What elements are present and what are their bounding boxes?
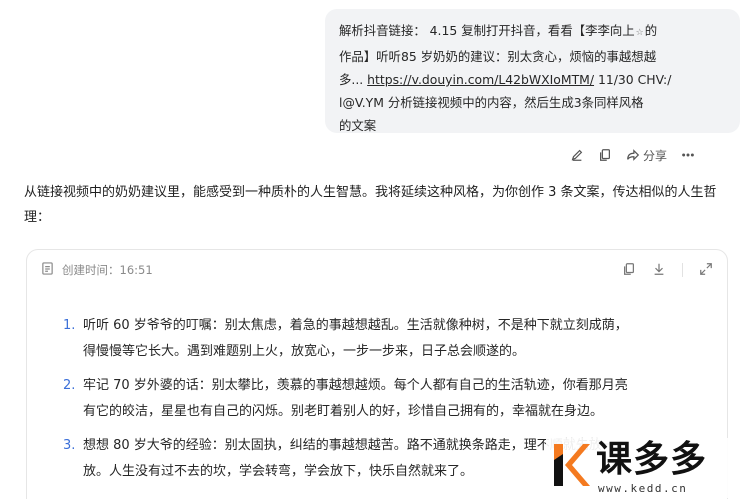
copy-icon [624, 262, 634, 275]
list-item-number: 3. [63, 438, 76, 453]
document-toolbar [622, 262, 713, 279]
message-actions: 分享 [570, 145, 695, 165]
download-icon [654, 263, 664, 275]
user-message-line: l@V.YM 分析链接视频中的内容，然后生成3条同样风格 [339, 95, 644, 110]
kedd-watermark: 课多多 www.kedd.cn [546, 438, 746, 498]
watermark-title: 课多多 [596, 439, 708, 480]
document-download-button[interactable] [652, 262, 666, 279]
edit-button[interactable] [570, 148, 584, 162]
more-button[interactable] [681, 148, 695, 162]
watermark-url: www.kedd.cn [598, 482, 688, 495]
user-message-line: 多... https://v.douyin.com/L42bWXIoMTM/ 1… [339, 72, 672, 87]
toolbar-divider [682, 263, 683, 277]
share-button[interactable]: 分享 [626, 147, 667, 164]
document-header: 创建时间：16:51 [27, 250, 727, 290]
document-expand-button[interactable] [699, 262, 713, 279]
document-copy-button[interactable] [622, 262, 636, 279]
douyin-link[interactable]: https://v.douyin.com/L42bWXIoMTM/ [367, 72, 594, 87]
share-icon [627, 149, 640, 161]
chat-page: 解析抖音链接： 4.15 复制打开抖音，看看【李李向上☆的 作品】听听85 岁奶… [0, 0, 748, 499]
edit-icon [571, 149, 583, 161]
list-item-number: 1. [63, 318, 76, 333]
assistant-intro-text: 从链接视频中的奶奶建议里，能感受到一种质朴的人生智慧。我将延续这种风格，为你创作… [24, 185, 717, 225]
created-time: 创建时间：16:51 [62, 263, 153, 277]
small-arrow-icon: ☆ [635, 28, 644, 38]
copy-button[interactable] [598, 148, 612, 162]
share-label: 分享 [643, 148, 668, 163]
list-item: 1. 听听 60 岁爷爷的叮嘱：别太焦虑，着急的事越想越乱。生活就像种树，不是种… [63, 313, 727, 365]
list-item-text: 听听 60 岁爷爷的叮嘱：别太焦虑，着急的事越想越乱。生活就像种树，不是种下就立… [83, 318, 628, 359]
user-message-line: 解析抖音链接： 4.15 复制打开抖音，看看【李李向上☆的 [339, 23, 658, 38]
kedd-logo-icon [554, 444, 590, 486]
expand-icon [700, 262, 712, 275]
list-item: 2. 牢记 70 岁外婆的话：别太攀比，羡慕的事越想越烦。每个人都有自己的生活轨… [63, 373, 727, 425]
copy-icon [600, 149, 610, 161]
list-item-number: 2. [63, 378, 76, 393]
user-message-line: 的文案 [339, 118, 377, 133]
user-message-bubble: 解析抖音链接： 4.15 复制打开抖音，看看【李李向上☆的 作品】听听85 岁奶… [325, 9, 740, 133]
user-message-line: 作品】听听85 岁奶奶的建议：别太贪心，烦恼的事越想越 [339, 49, 657, 64]
list-item-text: 牢记 70 岁外婆的话：别太攀比，羡慕的事越想越烦。每个人都有自己的生活轨迹，你… [83, 378, 628, 419]
document-icon [41, 262, 54, 278]
more-icon [682, 153, 694, 157]
